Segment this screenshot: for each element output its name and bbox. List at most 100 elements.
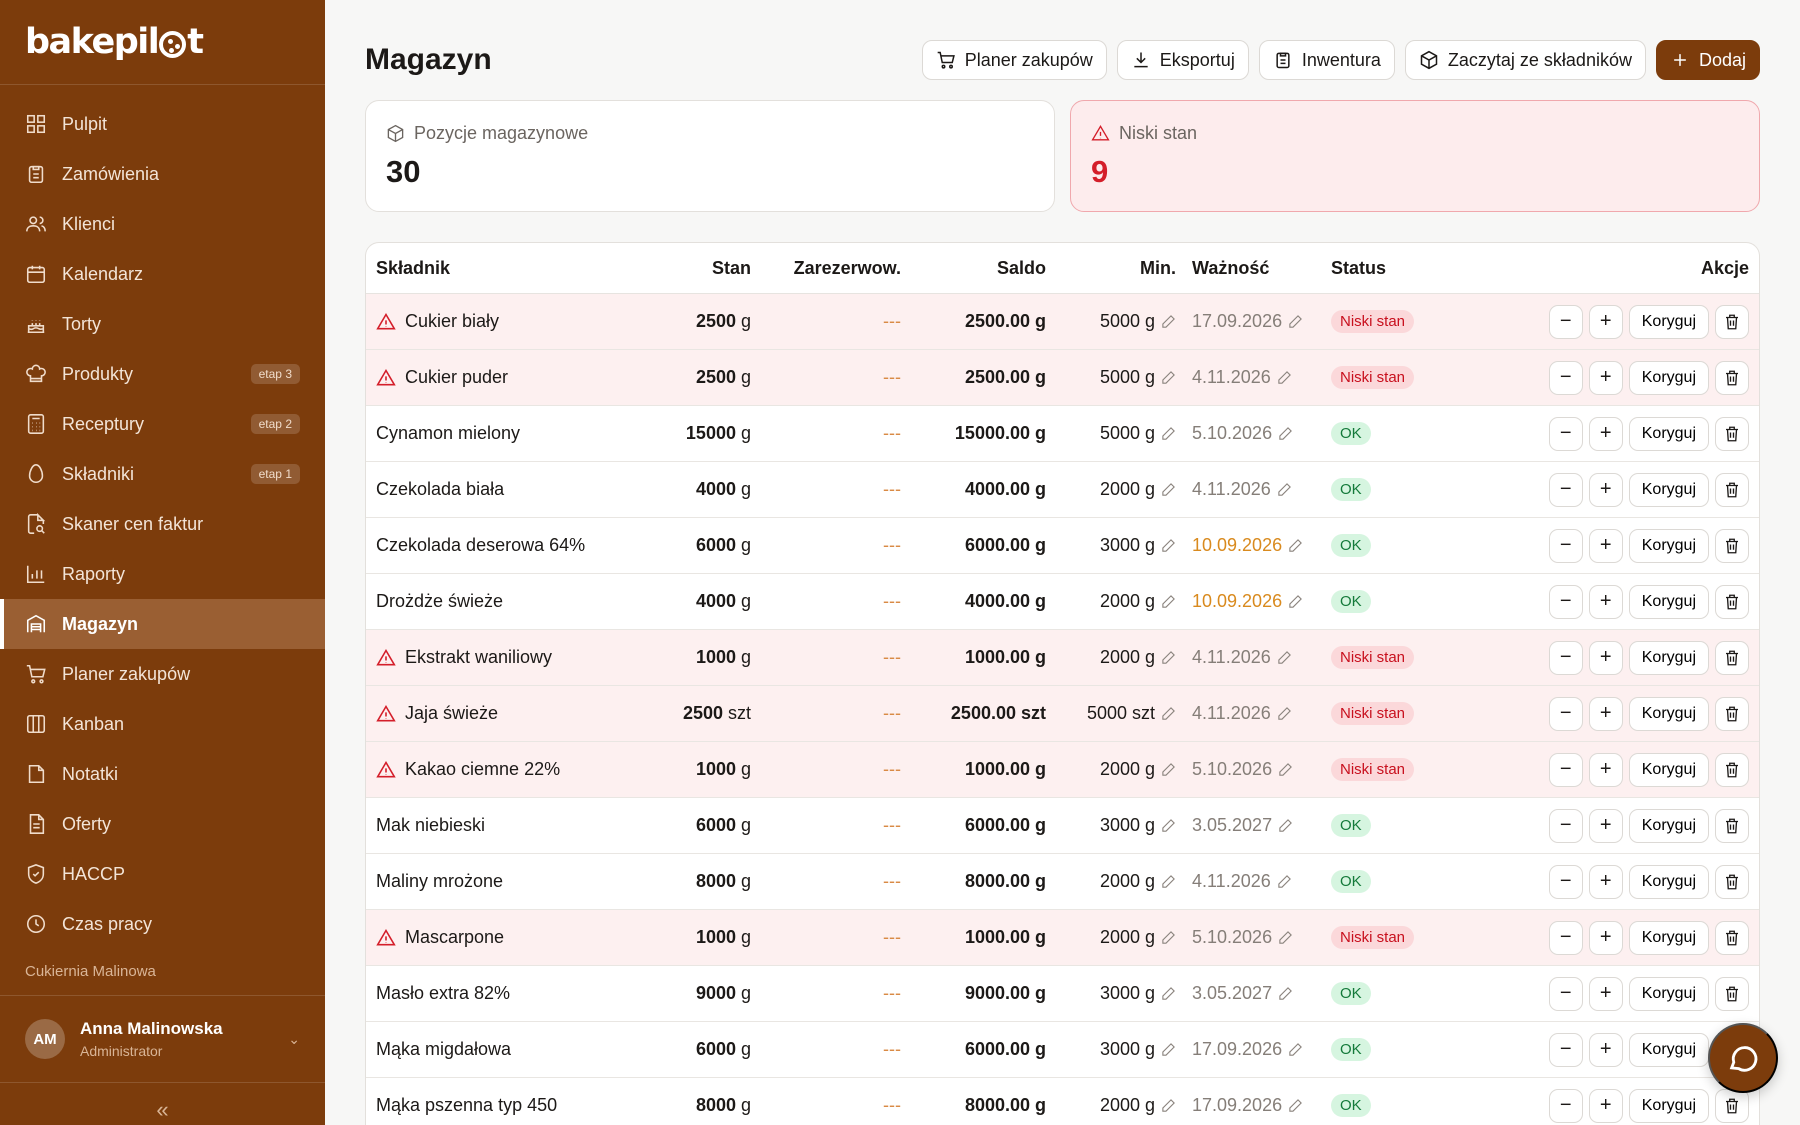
shopping-planner-button[interactable]: Planer zakupów [921,40,1107,80]
edit-pencil-icon[interactable] [1278,930,1293,945]
adjust-button[interactable]: Koryguj [1628,752,1709,787]
adjust-button[interactable]: Koryguj [1628,528,1709,563]
column-header-status[interactable]: Status [1331,258,1496,279]
sidebar-item-czas-pracy[interactable]: Czas pracy [0,899,325,949]
edit-pencil-icon[interactable] [1277,650,1292,665]
user-profile[interactable]: AM Anna Malinowska Administrator ⌄ [0,996,325,1083]
delete-button[interactable] [1715,528,1749,563]
edit-pencil-icon[interactable] [1277,874,1292,889]
edit-pencil-icon[interactable] [1161,370,1176,385]
table-row[interactable]: Kakao ciemne 22% 1000 g --- 1000.00 g 2000 g… [366,742,1759,798]
adjust-button[interactable]: Koryguj [1628,1088,1709,1123]
sidebar-item-magazyn[interactable]: Magazyn [0,599,325,649]
edit-pencil-icon[interactable] [1277,370,1292,385]
column-header-min[interactable]: Min. [1046,258,1176,279]
edit-pencil-icon[interactable] [1277,706,1292,721]
edit-pencil-icon[interactable] [1288,314,1303,329]
delete-button[interactable] [1715,472,1749,507]
adjust-button[interactable]: Koryguj [1628,584,1709,619]
sidebar-item-torty[interactable]: Torty [0,299,325,349]
edit-pencil-icon[interactable] [1161,1042,1176,1057]
edit-pencil-icon[interactable] [1278,762,1293,777]
adjust-button[interactable]: Koryguj [1628,696,1709,731]
table-row[interactable]: Cynamon mielony 15000 g --- 15000.00 g 5000 … [366,406,1759,462]
edit-pencil-icon[interactable] [1288,594,1303,609]
edit-pencil-icon[interactable] [1161,818,1176,833]
column-header-name[interactable]: Składnik [366,258,636,279]
delete-button[interactable] [1715,416,1749,451]
edit-pencil-icon[interactable] [1161,1098,1176,1113]
table-row[interactable]: Jaja świeże 2500 szt --- 2500.00 szt 5000 sz… [366,686,1759,742]
increase-button[interactable]: + [1588,864,1623,899]
delete-button[interactable] [1715,304,1749,339]
app-logo[interactable]: bakepil t [0,0,325,85]
decrease-button[interactable]: − [1548,864,1583,899]
increase-button[interactable]: + [1588,584,1623,619]
increase-button[interactable]: + [1588,696,1623,731]
sidebar-item-skladniki[interactable]: Składniki etap 1 [0,449,325,499]
increase-button[interactable]: + [1588,360,1623,395]
column-header-stock[interactable]: Stan [636,258,751,279]
sidebar-item-haccp[interactable]: HACCP [0,849,325,899]
edit-pencil-icon[interactable] [1161,930,1176,945]
table-row[interactable]: Cukier biały 2500 g --- 2500.00 g 5000 g 17.0… [366,294,1759,350]
adjust-button[interactable]: Koryguj [1628,472,1709,507]
sidebar-item-raporty[interactable]: Raporty [0,549,325,599]
adjust-button[interactable]: Koryguj [1628,864,1709,899]
edit-pencil-icon[interactable] [1288,1098,1303,1113]
delete-button[interactable] [1715,1088,1749,1123]
edit-pencil-icon[interactable] [1161,650,1176,665]
edit-pencil-icon[interactable] [1288,538,1303,553]
edit-pencil-icon[interactable] [1161,482,1176,497]
table-row[interactable]: Czekolada deserowa 64% 6000 g --- 6000.00 g… [366,518,1759,574]
delete-button[interactable] [1715,360,1749,395]
decrease-button[interactable]: − [1548,360,1583,395]
decrease-button[interactable]: − [1548,640,1583,675]
table-row[interactable]: Drożdże świeże 4000 g --- 4000.00 g 2000 g 10… [366,574,1759,630]
decrease-button[interactable]: − [1548,528,1583,563]
decrease-button[interactable]: − [1548,1088,1583,1123]
delete-button[interactable] [1715,696,1749,731]
increase-button[interactable]: + [1588,752,1623,787]
delete-button[interactable] [1715,808,1749,843]
table-row[interactable]: Masło extra 82% 9000 g --- 9000.00 g 3000 g3… [366,966,1759,1022]
increase-button[interactable]: + [1588,528,1623,563]
table-row[interactable]: Mak niebieski 6000 g --- 6000.00 g 3000 g 3.0… [366,798,1759,854]
adjust-button[interactable]: Koryguj [1628,976,1709,1011]
table-row[interactable]: Maliny mrożone 8000 g --- 8000.00 g 2000 g 4.… [366,854,1759,910]
table-row[interactable]: Mascarpone 1000 g --- 1000.00 g 2000 g 5.10.2… [366,910,1759,966]
edit-pencil-icon[interactable] [1278,818,1293,833]
read-from-ingredients-button[interactable]: Zaczytaj ze składników [1404,40,1646,80]
delete-button[interactable] [1715,864,1749,899]
adjust-button[interactable]: Koryguj [1628,304,1709,339]
edit-pencil-icon[interactable] [1161,986,1176,1001]
decrease-button[interactable]: − [1548,472,1583,507]
table-row[interactable]: Mąka pszenna typ 450 8000 g --- 8000.00 g 20… [366,1078,1759,1125]
adjust-button[interactable]: Koryguj [1628,808,1709,843]
edit-pencil-icon[interactable] [1277,482,1292,497]
sidebar-item-klienci[interactable]: Klienci [0,199,325,249]
chevron-down-icon[interactable]: ⌄ [288,1031,300,1048]
column-header-expiry[interactable]: Ważność [1176,258,1331,279]
delete-button[interactable] [1715,976,1749,1011]
add-button[interactable]: Dodaj [1655,40,1760,80]
edit-pencil-icon[interactable] [1161,874,1176,889]
adjust-button[interactable]: Koryguj [1628,416,1709,451]
table-row[interactable]: Czekolada biała 4000 g --- 4000.00 g 2000 g4… [366,462,1759,518]
edit-pencil-icon[interactable] [1278,986,1293,1001]
table-row[interactable]: Ekstrakt waniliowy 1000 g --- 1000.00 g 2000… [366,630,1759,686]
edit-pencil-icon[interactable] [1288,1042,1303,1057]
sidebar-item-skaner-cen-faktur[interactable]: Skaner cen faktur [0,499,325,549]
decrease-button[interactable]: − [1548,584,1583,619]
sidebar-item-produkty[interactable]: Produkty etap 3 [0,349,325,399]
increase-button[interactable]: + [1588,472,1623,507]
delete-button[interactable] [1715,920,1749,955]
increase-button[interactable]: + [1588,640,1623,675]
sidebar-item-pulpit[interactable]: Pulpit [0,99,325,149]
decrease-button[interactable]: − [1548,808,1583,843]
increase-button[interactable]: + [1588,1032,1623,1067]
sidebar-item-receptury[interactable]: Receptury etap 2 [0,399,325,449]
decrease-button[interactable]: − [1548,752,1583,787]
table-row[interactable]: Cukier puder 2500 g --- 2500.00 g 5000 g 4.11… [366,350,1759,406]
column-header-reserved[interactable]: Zarezerwow. [751,258,901,279]
